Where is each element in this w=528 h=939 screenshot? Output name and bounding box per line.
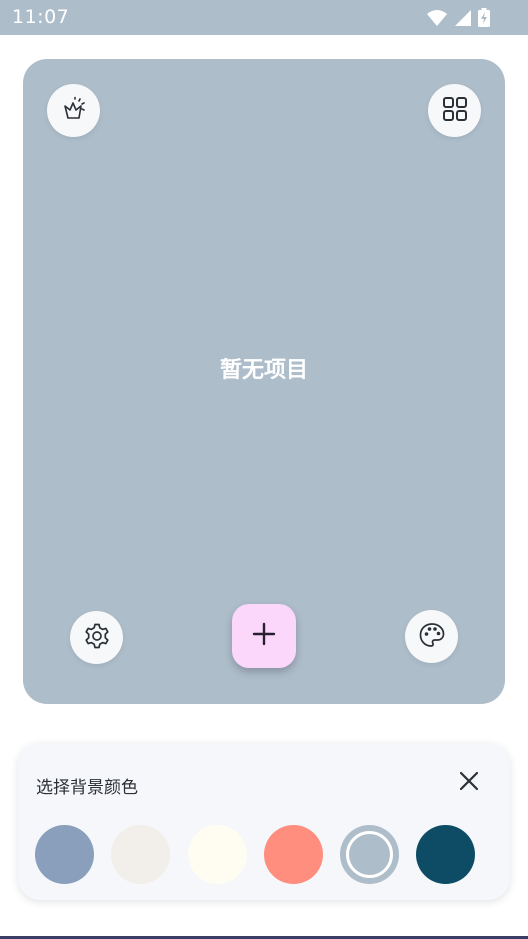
status-time: 11:07	[12, 6, 70, 28]
selected-indicator	[346, 831, 393, 878]
color-swatch-blue-gray[interactable]	[35, 825, 94, 884]
add-icon	[252, 622, 276, 650]
grid-view-button[interactable]	[428, 84, 481, 137]
grid-view-icon	[441, 95, 469, 127]
close-button[interactable]	[454, 768, 484, 798]
battery-charging-icon	[478, 8, 490, 31]
effects-icon	[61, 96, 87, 126]
color-swatch-coral[interactable]	[264, 825, 323, 884]
color-swatch-dark-teal[interactable]	[416, 825, 475, 884]
settings-icon	[83, 622, 111, 654]
color-swatch-light-slate-selected[interactable]	[340, 825, 399, 884]
app-screen: 11:07 暂无项目 选择背景颜色	[0, 0, 528, 939]
status-bar: 11:07	[0, 0, 528, 35]
settings-button[interactable]	[70, 611, 123, 664]
wifi-icon	[426, 9, 448, 31]
empty-state-message: 暂无项目	[219, 358, 308, 383]
status-icons	[426, 8, 490, 31]
color-picker-title: 选择背景颜色	[36, 778, 138, 798]
palette-button[interactable]	[405, 610, 458, 663]
cellular-signal-icon	[454, 9, 472, 31]
main-canvas-card: 暂无项目	[23, 59, 505, 704]
color-swatch-warm-gray[interactable]	[111, 825, 170, 884]
color-swatch-cream[interactable]	[188, 825, 247, 884]
background-color-picker: 选择背景颜色	[18, 743, 510, 900]
palette-icon	[418, 621, 446, 653]
effects-button[interactable]	[47, 84, 100, 137]
add-item-button[interactable]	[232, 604, 296, 668]
close-icon	[459, 771, 479, 795]
